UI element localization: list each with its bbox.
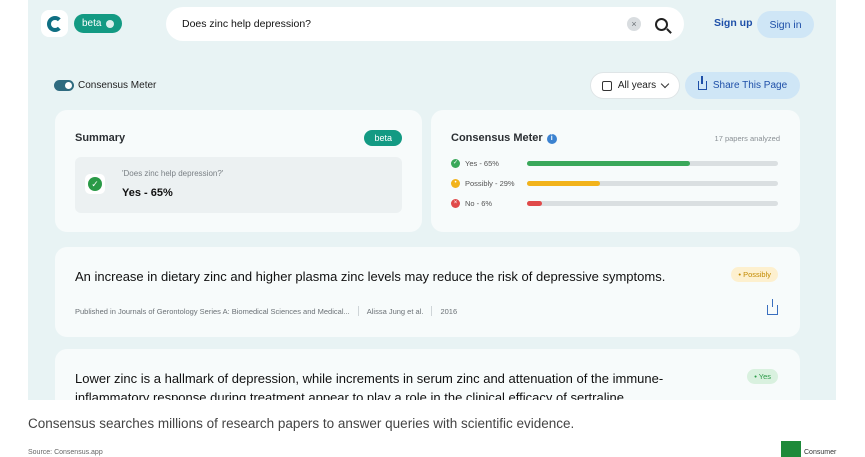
caption: Consensus searches millions of research … — [28, 416, 575, 431]
info-icon[interactable]: i — [546, 134, 557, 144]
years-dropdown[interactable]: All years — [590, 72, 680, 99]
beta-badge: beta — [364, 130, 402, 146]
sign-in-button[interactable]: Sign in — [757, 11, 814, 38]
result-card[interactable]: An increase in dietary zinc and higher p… — [55, 247, 800, 337]
calendar-icon — [601, 80, 612, 91]
meter-row: • Possibly - 29% — [451, 179, 781, 189]
info-dot-icon — [106, 19, 115, 28]
result-title[interactable]: Lower zinc is a hallmark of depression, … — [75, 369, 705, 400]
result-title[interactable]: An increase in dietary zinc and higher p… — [75, 267, 705, 286]
summary-card: Summary beta 'Does zinc help depression?… — [55, 110, 422, 232]
check-icon: ✓ — [451, 159, 460, 168]
share-result-icon[interactable] — [767, 299, 778, 315]
meter-row: ✓ Yes - 65% — [451, 159, 781, 169]
publisher-text: Consumer — [804, 449, 837, 456]
check-icon — [85, 174, 105, 194]
divider — [431, 306, 433, 316]
meter-label: Yes - 65% — [465, 159, 499, 168]
consensus-meter-toggle[interactable] — [54, 80, 74, 91]
meter-title-text: Consensus Meter — [451, 132, 543, 144]
chevron-down-icon — [660, 79, 670, 88]
consensus-meter-card: Consensus Meter i 17 papers analyzed ✓ Yes… — [431, 110, 800, 232]
meter-track — [527, 201, 778, 206]
share-page-button[interactable]: Share This Page — [685, 72, 800, 99]
answer-text: Yes - 65% — [122, 187, 173, 199]
sign-up-link[interactable]: Sign up — [714, 17, 753, 29]
meter-track — [527, 161, 778, 166]
papers-analyzed: 17 papers analyzed — [714, 134, 780, 143]
share-label: Share This Page — [712, 80, 788, 91]
dot-icon: • — [451, 179, 460, 188]
meter-title: Consensus Meter i — [451, 132, 557, 144]
result-meta: Published in Journals of Gerontology Ser… — [75, 306, 457, 316]
journal-name[interactable]: Published in Journals of Gerontology Ser… — [75, 307, 350, 316]
summary-title: Summary — [75, 132, 126, 144]
result-card[interactable]: Lower zinc is a hallmark of depression, … — [55, 349, 800, 400]
publisher-logo — [781, 441, 801, 457]
search-bar[interactable]: Does zinc help depression? × — [166, 7, 684, 41]
toggle-label: Consensus Meter — [78, 80, 157, 91]
clear-icon[interactable]: × — [627, 17, 641, 31]
consensus-logo[interactable] — [41, 10, 68, 37]
meter-fill — [527, 181, 600, 186]
meter-fill — [527, 201, 543, 206]
meter-row: × No - 6% — [451, 199, 781, 209]
search-icon[interactable] — [655, 17, 668, 31]
meter-track — [527, 181, 778, 186]
app-screenshot: beta Does zinc help depression? × Sign u… — [28, 0, 836, 400]
years-label: All years — [617, 80, 657, 91]
meter-fill — [527, 161, 691, 166]
authors: Alissa Jung et al. — [366, 307, 424, 316]
source-note: Source: Consensus.app — [28, 449, 103, 456]
possibly-tag: • Possibly — [731, 267, 778, 282]
yes-tag: • Yes — [747, 369, 778, 384]
x-icon: × — [451, 199, 460, 208]
meter-label: Possibly - 29% — [465, 179, 515, 188]
share-icon — [697, 76, 707, 90]
logo-c-icon — [46, 15, 63, 32]
beta-label: beta — [82, 18, 102, 29]
answer-box: 'Does zinc help depression?' Yes - 65% — [75, 157, 402, 213]
meter-label: No - 6% — [465, 199, 493, 208]
divider — [357, 306, 359, 316]
year: 2016 — [440, 307, 458, 316]
question-text: 'Does zinc help depression?' — [122, 169, 224, 178]
search-input[interactable]: Does zinc help depression? — [182, 18, 627, 30]
beta-pill: beta — [74, 14, 123, 33]
